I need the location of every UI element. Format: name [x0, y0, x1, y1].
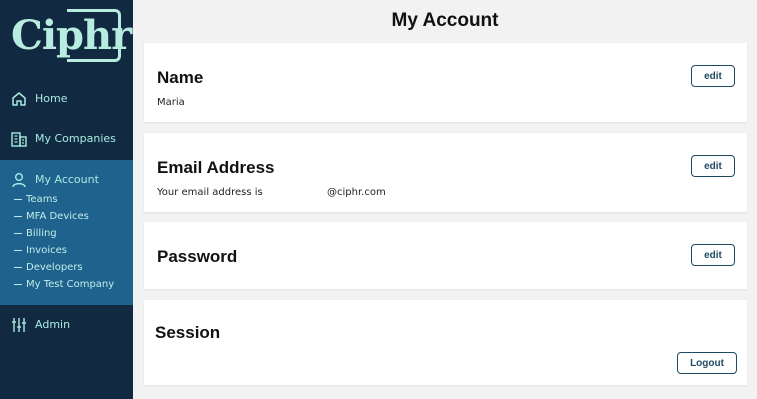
edit-name-button[interactable]: edit	[691, 65, 735, 87]
logo-text: Ciphr	[11, 12, 132, 59]
email-domain-text: @ciphr.com	[327, 187, 386, 198]
sidebar-item-home[interactable]: Home	[0, 87, 133, 111]
home-icon	[12, 92, 26, 106]
dash-icon	[14, 266, 22, 268]
sidebar-item-my-companies[interactable]: My Companies	[0, 127, 133, 151]
sliders-icon	[12, 318, 26, 332]
password-card: Password edit	[144, 222, 747, 289]
password-card-title: Password	[157, 247, 238, 266]
building-icon	[11, 132, 27, 147]
sidebar: Ciphr Home My Companies My Account Teams…	[0, 0, 133, 399]
session-card-title: Session	[155, 323, 221, 342]
page-title: My Account	[391, 10, 499, 31]
user-icon	[12, 173, 26, 188]
sidebar-item-my-account[interactable]: My Account	[0, 168, 133, 192]
sidebar-item-label: Admin	[35, 318, 71, 331]
logout-button[interactable]: Logout	[677, 352, 737, 374]
sidebar-subitem-mfa-devices[interactable]: MFA Devices	[14, 209, 89, 225]
sidebar-subitem-developers[interactable]: Developers	[14, 260, 83, 276]
name-card-title: Name	[157, 68, 204, 87]
dash-icon	[14, 283, 22, 285]
email-card: Email Address Your email address is @cip…	[144, 133, 747, 212]
sidebar-subitem-label: Billing	[26, 228, 57, 239]
email-prefix-text: Your email address is	[157, 187, 263, 198]
sidebar-subitem-label: Developers	[26, 262, 83, 273]
sidebar-subitem-label: Teams	[26, 194, 58, 205]
sidebar-subitem-label: MFA Devices	[26, 211, 89, 222]
dash-icon	[14, 215, 22, 217]
sidebar-item-admin[interactable]: Admin	[0, 313, 133, 337]
sidebar-subitem-invoices[interactable]: Invoices	[14, 243, 67, 259]
dash-icon	[14, 249, 22, 251]
sidebar-subitem-my-test-company[interactable]: My Test Company	[14, 277, 114, 293]
dash-icon	[14, 198, 22, 200]
sidebar-item-label: Home	[35, 92, 68, 105]
sidebar-subitem-label: Invoices	[26, 245, 67, 256]
sidebar-subitem-teams[interactable]: Teams	[14, 192, 58, 208]
name-value: Maria	[157, 97, 185, 108]
name-card: Name Maria edit	[144, 43, 747, 122]
session-card: Session Logout	[144, 300, 747, 385]
ciphr-logo[interactable]: Ciphr	[10, 9, 132, 64]
email-card-title: Email Address	[157, 158, 275, 177]
edit-password-button[interactable]: edit	[691, 244, 735, 266]
sidebar-subitem-label: My Test Company	[26, 279, 115, 290]
edit-email-button[interactable]: edit	[691, 155, 735, 177]
sidebar-subitem-billing[interactable]: Billing	[14, 226, 57, 242]
sidebar-item-label: My Account	[35, 173, 99, 186]
sidebar-item-label: My Companies	[35, 132, 116, 145]
dash-icon	[14, 232, 22, 234]
